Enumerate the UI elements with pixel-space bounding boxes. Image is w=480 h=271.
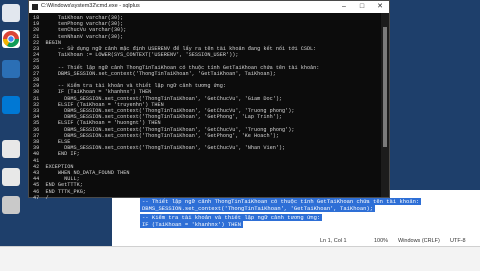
close-icon[interactable]: ✕ xyxy=(371,1,389,13)
console-line: 47 / xyxy=(33,194,49,201)
editor-line[interactable]: -- Kiểm tra tài khoản và thiết lập ngữ c… xyxy=(140,214,323,221)
minimize-icon[interactable]: – xyxy=(335,1,353,13)
editor-statusbar: Ln 1, Col 1 100% Windows (CRLF) UTF-8 xyxy=(0,236,480,246)
recycle-bin-icon[interactable] xyxy=(2,4,20,22)
editor-line[interactable]: DBMS_SESSION.set_context('ThongTinTaiKho… xyxy=(140,205,376,212)
desktop-icons xyxy=(0,0,24,270)
console-scrollbar[interactable] xyxy=(381,13,389,197)
console-output: 18 TaiKhoan varchar(30); 19 tenPhong var… xyxy=(33,15,373,201)
console-title: C:\Windows\system32\cmd.exe - sqlplus xyxy=(41,3,140,9)
taskbar xyxy=(0,246,480,271)
zoom-level: 100% xyxy=(374,238,389,244)
cursor-position: Ln 1, Col 1 xyxy=(320,238,347,244)
line-ending: Windows (CRLF) xyxy=(398,238,440,244)
scrollbar-thumb[interactable] xyxy=(383,27,387,147)
console-titlebar[interactable]: C:\Windows\system32\cmd.exe - sqlplus – … xyxy=(29,1,389,13)
chrome-icon[interactable] xyxy=(2,30,20,48)
app-icon[interactable] xyxy=(2,196,20,214)
file-icon[interactable] xyxy=(2,140,20,158)
encoding: UTF-8 xyxy=(450,238,466,244)
edge-icon[interactable] xyxy=(2,96,20,114)
console-app-icon xyxy=(32,4,38,10)
editor-line[interactable]: IF (TaiKhoan = 'khanhnx') THEN xyxy=(140,221,244,228)
file-icon-2[interactable] xyxy=(2,168,20,186)
folder-icon[interactable] xyxy=(2,60,20,78)
maximize-icon[interactable]: □ xyxy=(353,1,371,13)
console-window[interactable]: C:\Windows\system32\cmd.exe - sqlplus – … xyxy=(28,0,390,201)
